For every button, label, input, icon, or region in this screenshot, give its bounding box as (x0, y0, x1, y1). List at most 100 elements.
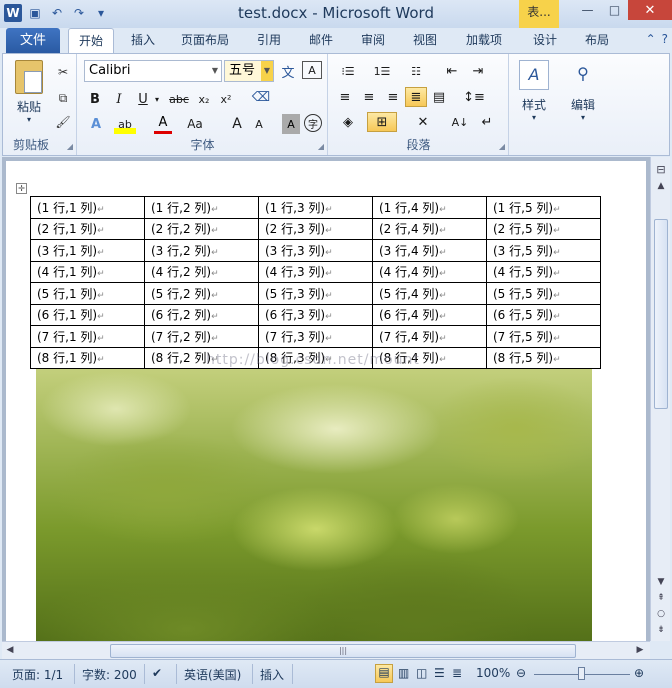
multilevel-list-icon[interactable]: ☷ (403, 61, 429, 81)
table-cell[interactable]: (3 行,5 列)↵ (486, 239, 601, 262)
tab-review[interactable]: 审阅 (350, 28, 396, 53)
table-cell[interactable]: (2 行,2 列)↵ (144, 217, 259, 240)
tab-mailings[interactable]: 邮件 (298, 28, 344, 53)
scroll-left-icon[interactable]: ◀ (4, 645, 16, 655)
decrease-indent-icon[interactable]: ⇤ (441, 61, 463, 81)
table-cell[interactable]: (3 行,2 列)↵ (144, 239, 259, 262)
table-cell[interactable]: (1 行,5 列)↵ (486, 196, 601, 219)
justify-icon[interactable]: ≣ (405, 87, 427, 107)
numbering-icon[interactable]: 1☰ (369, 61, 395, 81)
horizontal-scrollbar[interactable]: ◀ ||| ▶ (2, 641, 650, 659)
document-table[interactable]: (1 行,1 列)↵ (1 行,2 列)↵ (1 行,3 列)↵ (1 行,4 列)↵… (30, 196, 601, 369)
chevron-down-icon[interactable]: ▼ (209, 61, 221, 81)
table-cell[interactable]: (1 行,2 列)↵ (144, 196, 259, 219)
close-button[interactable]: ✕ (628, 0, 672, 20)
reading-view-icon[interactable]: ▥ (398, 666, 409, 680)
tab-design[interactable]: 设计 (522, 28, 568, 53)
table-cell[interactable]: (6 行,3 列)↵ (258, 303, 373, 326)
ruler-toggle-icon[interactable]: ⊟ (651, 163, 671, 176)
table-cell[interactable]: (4 行,5 列)↵ (486, 260, 601, 283)
shading-icon[interactable]: ◈ (335, 112, 361, 132)
table-cell[interactable]: (6 行,1 列)↵ (30, 303, 145, 326)
styles-group[interactable]: A 样式 ▾ (510, 54, 558, 155)
change-case-button[interactable]: Aa (182, 114, 208, 134)
prev-page-icon[interactable]: ⇞ (651, 593, 671, 603)
table-cell[interactable]: (7 行,5 列)↵ (486, 325, 601, 348)
align-left-icon[interactable]: ≡ (335, 87, 355, 107)
shrink-font-button[interactable]: A (250, 114, 268, 134)
bullets-icon[interactable]: ⁝☰ (335, 61, 361, 81)
text-effects-icon[interactable]: A (86, 114, 106, 134)
editing-group[interactable]: ⚲ 编辑 ▾ (559, 54, 607, 155)
horizontal-scroll-thumb[interactable]: ||| (110, 644, 576, 658)
clear-formatting-icon[interactable]: ⌫ (250, 87, 272, 107)
document-area[interactable]: ✛ (1 行,1 列)↵ (1 行,2 列)↵ (1 行,3 列)↵ (1 行,4 列… (2, 157, 650, 641)
enclose-char-icon[interactable]: 字 (304, 114, 322, 132)
tab-references[interactable]: 引用 (246, 28, 292, 53)
sort-icon[interactable]: A↓ (449, 112, 471, 132)
tab-layout[interactable]: 布局 (574, 28, 620, 53)
outline-view-icon[interactable]: ☰ (434, 666, 445, 680)
table-cell[interactable]: (1 行,3 列)↵ (258, 196, 373, 219)
table-cell[interactable]: (4 行,2 列)↵ (144, 260, 259, 283)
paragraph-launcher-icon[interactable]: ◢ (499, 142, 505, 151)
format-painter-icon[interactable]: 🖌 (53, 112, 73, 132)
scroll-up-icon[interactable]: ▲ (651, 181, 671, 191)
table-cell[interactable]: (5 行,2 列)↵ (144, 282, 259, 305)
table-cell[interactable]: (3 行,3 列)↵ (258, 239, 373, 262)
italic-button[interactable]: I (110, 89, 128, 109)
table-cell[interactable]: (5 行,1 列)↵ (30, 282, 145, 305)
zoom-level[interactable]: 100% (476, 666, 510, 680)
table-cell[interactable]: (1 行,4 列)↵ (372, 196, 487, 219)
next-page-icon[interactable]: ⇟ (651, 625, 671, 635)
show-marks-icon[interactable]: ↵ (477, 112, 497, 132)
table-cell[interactable]: (6 行,5 列)↵ (486, 303, 601, 326)
underline-dropdown-icon[interactable]: ▾ (152, 89, 162, 109)
font-launcher-icon[interactable]: ◢ (318, 142, 324, 151)
table-cell[interactable]: (2 行,4 列)↵ (372, 217, 487, 240)
language-indicator[interactable]: 英语(美国) (184, 666, 241, 683)
scroll-thumb[interactable] (654, 219, 668, 409)
document-page[interactable]: ✛ (1 行,1 列)↵ (1 行,2 列)↵ (1 行,3 列)↵ (1 行,4 列… (6, 161, 646, 641)
char-shading-icon[interactable]: A (282, 114, 300, 134)
font-family-combo[interactable]: Calibri ▼ (84, 60, 222, 82)
table-cell[interactable]: (2 行,1 列)↵ (30, 217, 145, 240)
font-size-combo[interactable]: 五号 ▼ (224, 60, 274, 82)
chevron-down-icon[interactable]: ▼ (261, 61, 273, 81)
word-count[interactable]: 字数: 200 (82, 666, 137, 683)
align-center-icon[interactable]: ≡ (359, 87, 379, 107)
vertical-scrollbar[interactable]: ⊟ ▲ ▼ ⇞ ○ ⇟ (650, 157, 670, 641)
table-cell[interactable]: (4 行,4 列)↵ (372, 260, 487, 283)
table-cell[interactable]: (6 行,2 列)↵ (144, 303, 259, 326)
table-cell[interactable]: (3 行,1 列)↵ (30, 239, 145, 262)
cut-icon[interactable]: ✂ (53, 62, 73, 82)
font-color-icon[interactable]: A (154, 114, 172, 134)
tab-page-layout[interactable]: 页面布局 (172, 28, 238, 53)
paste-button[interactable]: 粘贴 ▾ (9, 60, 49, 124)
leaves-photo[interactable] (36, 369, 592, 641)
help-icon[interactable]: ? (662, 32, 668, 46)
chinese-layout-icon[interactable]: ✕ (409, 112, 437, 132)
table-cell[interactable]: (8 行,1 列)↵ (30, 346, 145, 369)
align-right-icon[interactable]: ≡ (383, 87, 403, 107)
tab-home[interactable]: 开始 (68, 28, 114, 53)
underline-button[interactable]: U (134, 89, 152, 109)
tab-file[interactable]: 文件 (6, 28, 60, 53)
table-cell[interactable]: (7 行,1 列)↵ (30, 325, 145, 348)
grow-font-button[interactable]: A (228, 114, 246, 134)
draft-view-icon[interactable]: ≣ (452, 666, 462, 680)
table-cell[interactable]: (4 行,1 列)↵ (30, 260, 145, 283)
table-cell[interactable]: (5 行,5 列)↵ (486, 282, 601, 305)
subscript-button[interactable]: x₂ (194, 89, 214, 109)
insert-mode[interactable]: 插入 (260, 666, 284, 683)
zoom-slider-thumb[interactable] (578, 667, 585, 680)
scroll-track[interactable] (653, 193, 669, 433)
print-layout-view-icon[interactable]: ▤ (375, 664, 393, 683)
collapse-ribbon-icon[interactable]: ⌃ (646, 32, 656, 46)
strikethrough-button[interactable]: abc (166, 89, 192, 109)
zoom-in-icon[interactable]: ⊕ (634, 666, 644, 680)
table-cell[interactable]: (6 行,4 列)↵ (372, 303, 487, 326)
table-cell[interactable]: (4 行,3 列)↵ (258, 260, 373, 283)
table-cell[interactable]: (2 行,3 列)↵ (258, 217, 373, 240)
table-cell[interactable]: (1 行,1 列)↵ (30, 196, 145, 219)
